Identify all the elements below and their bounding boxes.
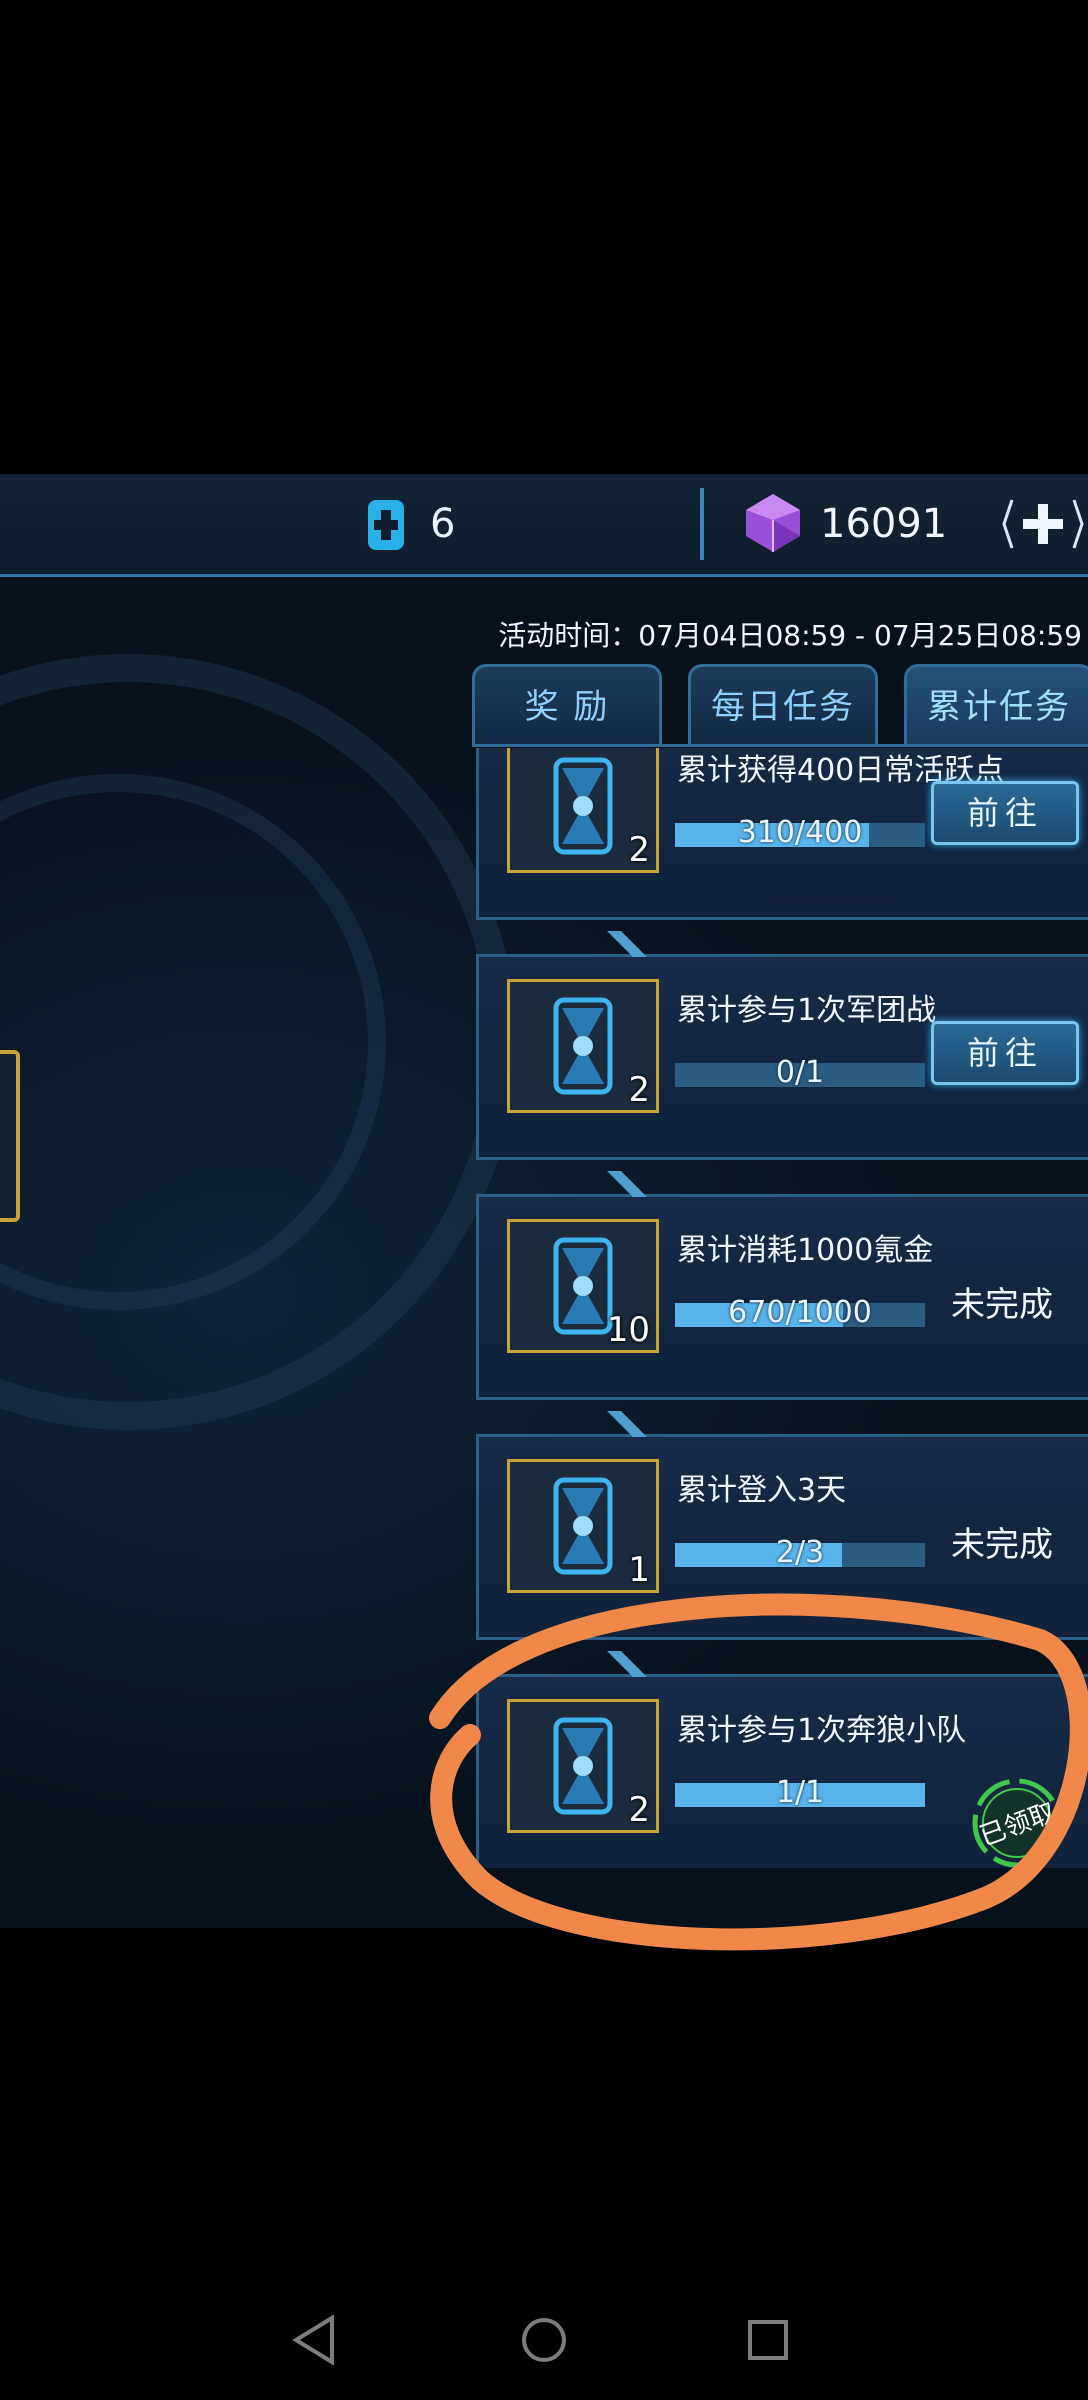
reward-item[interactable]: 10 — [507, 1219, 659, 1353]
tab-cumulative-tasks[interactable]: 累计任务 — [904, 664, 1088, 744]
go-button[interactable]: 前往 — [931, 781, 1079, 845]
card-notch — [607, 1411, 647, 1437]
back-triangle-icon[interactable] — [292, 2314, 334, 2366]
resource-divider — [700, 488, 704, 560]
energy-cross-icon — [368, 500, 404, 550]
energy-value: 6 — [430, 501, 456, 547]
task-card: 2 累计参与1次奔狼小队 1/1 已领取 — [476, 1651, 1088, 1868]
reward-quantity: 2 — [628, 1070, 650, 1110]
card-notch — [607, 931, 647, 957]
progress-bar: 670/1000 — [675, 1295, 925, 1330]
progress-text: 0/1 — [775, 1055, 825, 1090]
task-title: 累计登入3天 — [677, 1473, 847, 1508]
tab-underline — [472, 744, 1088, 747]
game-screen: 6 16091 活动时间：07月04日08:59 - 07月25日08:59 奖… — [0, 474, 1088, 1928]
progress-bar: 2/3 — [675, 1535, 925, 1570]
progress-text: 310/400 — [737, 815, 863, 850]
reward-item[interactable]: 1 — [507, 1459, 659, 1593]
reward-quantity: 2 — [628, 1790, 650, 1830]
side-panel-handle[interactable] — [0, 1050, 20, 1222]
go-button[interactable]: 前往 — [931, 1021, 1079, 1085]
reward-item[interactable]: 2 — [507, 979, 659, 1113]
tab-daily-tasks[interactable]: 每日任务 — [688, 664, 878, 744]
task-card: 2 累计参与1次军团战 0/1 前往 — [476, 931, 1088, 1160]
task-title: 累计参与1次军团战 — [677, 993, 937, 1028]
progress-text: 1/1 — [775, 1775, 825, 1810]
recent-square-icon[interactable] — [748, 2320, 788, 2360]
tab-rewards[interactable]: 奖 励 — [472, 664, 662, 744]
card-notch — [607, 1171, 647, 1197]
card-notch — [607, 1651, 647, 1677]
task-card: 1 累计登入3天 2/3 未完成 — [476, 1411, 1088, 1640]
home-circle-icon[interactable] — [522, 2318, 566, 2362]
task-tabs: 奖 励 每日任务 累计任务 — [472, 664, 1088, 744]
status-incomplete: 未完成 — [951, 1285, 1053, 1325]
task-title: 累计参与1次奔狼小队 — [677, 1713, 967, 1748]
reward-quantity: 2 — [628, 830, 650, 870]
resource-bar: 6 16091 — [0, 474, 1088, 577]
task-title: 累计消耗1000氪金 — [677, 1233, 934, 1268]
progress-bar: 1/1 — [675, 1775, 925, 1810]
purple-gem-icon — [746, 494, 800, 552]
status-incomplete: 未完成 — [951, 1525, 1053, 1565]
reward-item[interactable]: 2 — [507, 1699, 659, 1833]
progress-bar: 0/1 — [675, 1055, 925, 1090]
reward-quantity: 1 — [628, 1550, 650, 1590]
add-gems-button[interactable] — [1000, 492, 1086, 556]
progress-text: 2/3 — [775, 1535, 825, 1570]
progress-text: 670/1000 — [728, 1295, 872, 1330]
reward-quantity: 10 — [606, 1310, 650, 1350]
system-nav-bar — [0, 2290, 1088, 2390]
task-card: 2 累计获得400日常活跃点 310/400 前往 — [476, 748, 1088, 920]
task-list[interactable]: 2 累计获得400日常活跃点 310/400 前往 2 累计参与1次军团战 0/… — [476, 748, 1088, 1868]
progress-bar: 310/400 — [675, 815, 925, 850]
reward-item[interactable]: 2 — [507, 748, 659, 873]
claimed-stamp: 已领取 — [972, 1778, 1062, 1868]
gem-value: 16091 — [820, 501, 948, 547]
task-card: 10 累计消耗1000氪金 670/1000 未完成 — [476, 1171, 1088, 1400]
event-period: 活动时间：07月04日08:59 - 07月25日08:59 — [498, 619, 1082, 652]
